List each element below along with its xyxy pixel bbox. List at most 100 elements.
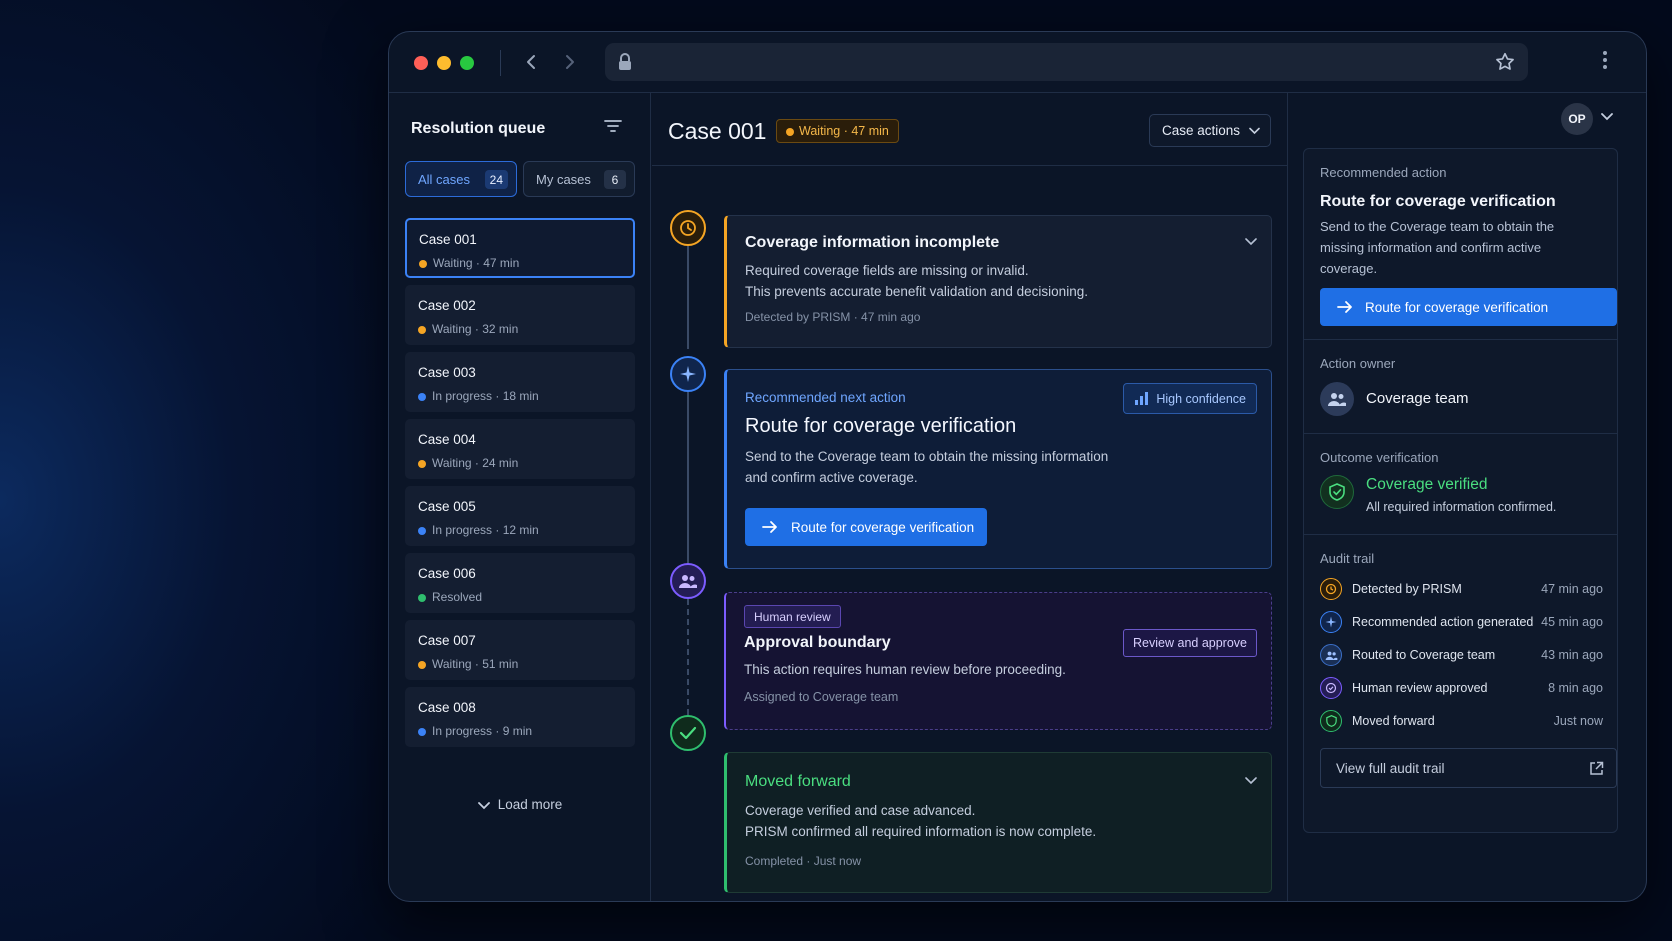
chevron-down-icon[interactable] bbox=[1245, 777, 1257, 785]
context-panel: Recommended action Route for coverage ve… bbox=[1303, 148, 1618, 833]
load-more-button[interactable]: Load more bbox=[389, 797, 651, 813]
audit-row-time: Just now bbox=[1553, 714, 1603, 728]
detected-node bbox=[670, 210, 706, 246]
audit-row: Moved forward Just now bbox=[1320, 710, 1603, 734]
case-name: Case 001 bbox=[419, 232, 477, 247]
completion-card: Moved forward Coverage verified and case… bbox=[724, 752, 1272, 893]
approval-description: This action requires human review before… bbox=[744, 662, 1066, 677]
tab-all-cases[interactable]: All cases 24 bbox=[405, 161, 517, 197]
issue-meta: Detected by PRISM · 47 min ago bbox=[745, 310, 921, 324]
case-name: Case 005 bbox=[418, 499, 476, 514]
case-detail: Case 001 Waiting · 47 min Case actions C… bbox=[652, 93, 1288, 901]
chevron-down-icon bbox=[1249, 127, 1260, 135]
sparkle-icon bbox=[1320, 611, 1342, 633]
sparkle-icon bbox=[680, 366, 696, 382]
case-list: Case 001 Waiting · 47 min Case 002 Waiting … bbox=[405, 218, 635, 754]
status-badge: Waiting · 47 min bbox=[776, 119, 899, 143]
list-item[interactable]: Case 001 Waiting · 47 min bbox=[405, 218, 635, 278]
view-audit-trail-button[interactable]: View full audit trail bbox=[1320, 748, 1617, 788]
recommendation-description-line: Send to the Coverage team to obtain the … bbox=[745, 449, 1109, 464]
back-button[interactable] bbox=[517, 48, 545, 76]
route-verification-button-label: Route for coverage verification bbox=[1365, 299, 1549, 315]
filter-icon[interactable] bbox=[604, 118, 622, 134]
shield-check-icon bbox=[1320, 710, 1342, 732]
list-item[interactable]: Case 007 Waiting · 51 min bbox=[405, 620, 635, 680]
case-status: In progress · 9 min bbox=[432, 724, 533, 738]
shield-icon bbox=[1329, 483, 1345, 501]
case-name: Case 007 bbox=[418, 633, 476, 648]
audit-row-text: Routed to Coverage team bbox=[1352, 648, 1496, 662]
list-item[interactable]: Case 004 Waiting · 24 min bbox=[405, 419, 635, 479]
completed-node bbox=[670, 715, 706, 751]
case-status: In progress · 18 min bbox=[432, 389, 539, 403]
address-bar[interactable] bbox=[605, 43, 1528, 81]
approval-title: Approval boundary bbox=[744, 634, 891, 651]
view-audit-trail-label: View full audit trail bbox=[1336, 760, 1445, 776]
audit-row-time: 8 min ago bbox=[1548, 681, 1603, 695]
recommendation-description-line: and confirm active coverage. bbox=[745, 470, 918, 485]
list-item[interactable]: Case 003 In progress · 18 min bbox=[405, 352, 635, 412]
audit-row-text: Moved forward bbox=[1352, 714, 1435, 728]
maximize-window-button[interactable] bbox=[460, 56, 474, 70]
case-status: Waiting · 24 min bbox=[432, 456, 519, 470]
approval-assignee: Assigned to Coverage team bbox=[744, 690, 899, 704]
recommended-action-body: Send to the Coverage team to obtain the … bbox=[1320, 219, 1555, 276]
case-status: Waiting · 32 min bbox=[432, 322, 519, 336]
route-verification-button-label: Route for coverage verification bbox=[791, 519, 975, 535]
review-approve-button[interactable]: Review and approve bbox=[1123, 629, 1257, 657]
route-verification-button[interactable]: Route for coverage verification bbox=[1320, 288, 1617, 326]
shield-check-icon bbox=[1320, 475, 1354, 509]
audit-row-time: 43 min ago bbox=[1541, 648, 1603, 662]
browser-window: Resolution queue All cases 24 My cases 6… bbox=[388, 31, 1647, 902]
route-verification-button[interactable]: Route for coverage verification bbox=[745, 508, 987, 546]
case-name: Case 003 bbox=[418, 365, 476, 380]
chevron-down-icon[interactable] bbox=[1601, 113, 1613, 121]
case-actions-dropdown[interactable]: Case actions bbox=[1148, 114, 1271, 147]
close-window-button[interactable] bbox=[414, 56, 428, 70]
approval-card: Human review Review and approve Approval… bbox=[724, 592, 1272, 730]
list-item[interactable]: Case 005 In progress · 12 min bbox=[405, 486, 635, 546]
tab-my-cases[interactable]: My cases 6 bbox=[523, 161, 635, 197]
outcome-verification-subtitle: All required information confirmed. bbox=[1366, 500, 1557, 514]
header-divider bbox=[652, 165, 1287, 166]
forward-button[interactable] bbox=[556, 48, 584, 76]
recommended-action-label: Recommended action bbox=[1320, 165, 1447, 180]
team-avatar bbox=[1320, 382, 1354, 416]
list-item[interactable]: Case 006 Resolved bbox=[405, 553, 635, 613]
recommendation-card: Recommended next action High confidence … bbox=[724, 369, 1272, 569]
recommended-action-title: Route for coverage verification bbox=[1320, 193, 1556, 210]
avatar[interactable]: OP bbox=[1561, 103, 1593, 135]
list-item[interactable]: Case 008 In progress · 9 min bbox=[405, 687, 635, 747]
timeline-connector bbox=[687, 391, 689, 563]
completion-description-line: PRISM confirmed all required information… bbox=[745, 824, 1097, 839]
case-context-panel: OP Recommended action Route for coverage… bbox=[1289, 93, 1646, 901]
chevron-right-icon bbox=[566, 55, 574, 69]
status-dot bbox=[418, 661, 426, 669]
my-cases-count-badge: 6 bbox=[604, 170, 626, 189]
status-dot bbox=[418, 594, 426, 602]
tab-all-cases-label: All cases bbox=[418, 171, 471, 187]
status-dot bbox=[418, 460, 426, 468]
action-owner-name: Coverage team bbox=[1366, 390, 1469, 407]
all-cases-count-badge: 24 bbox=[484, 170, 508, 189]
titlebar-divider bbox=[500, 50, 501, 76]
more-menu-icon[interactable] bbox=[1602, 50, 1608, 70]
case-name: Case 006 bbox=[418, 566, 476, 581]
timeline-connector bbox=[687, 244, 689, 349]
audit-row-text: Recommended action generated bbox=[1352, 615, 1534, 629]
recommendation-node bbox=[670, 356, 706, 392]
recommendation-label: Recommended next action bbox=[745, 390, 906, 405]
list-item[interactable]: Case 002 Waiting · 32 min bbox=[405, 285, 635, 345]
chevron-down-icon[interactable] bbox=[1245, 238, 1257, 246]
status-dot bbox=[418, 728, 426, 736]
human-review-badge: Human review bbox=[744, 605, 841, 628]
arrow-right-icon bbox=[1337, 301, 1352, 313]
case-status: Resolved bbox=[432, 590, 483, 604]
case-name: Case 004 bbox=[418, 432, 476, 447]
completion-meta: Completed · Just now bbox=[745, 854, 862, 868]
bookmark-star-icon[interactable] bbox=[1494, 51, 1516, 73]
minimize-window-button[interactable] bbox=[437, 56, 451, 70]
confidence-badge: High confidence bbox=[1123, 383, 1257, 414]
audit-row: Routed to Coverage team 43 min ago bbox=[1320, 644, 1603, 668]
arrow-right-icon bbox=[762, 521, 777, 533]
